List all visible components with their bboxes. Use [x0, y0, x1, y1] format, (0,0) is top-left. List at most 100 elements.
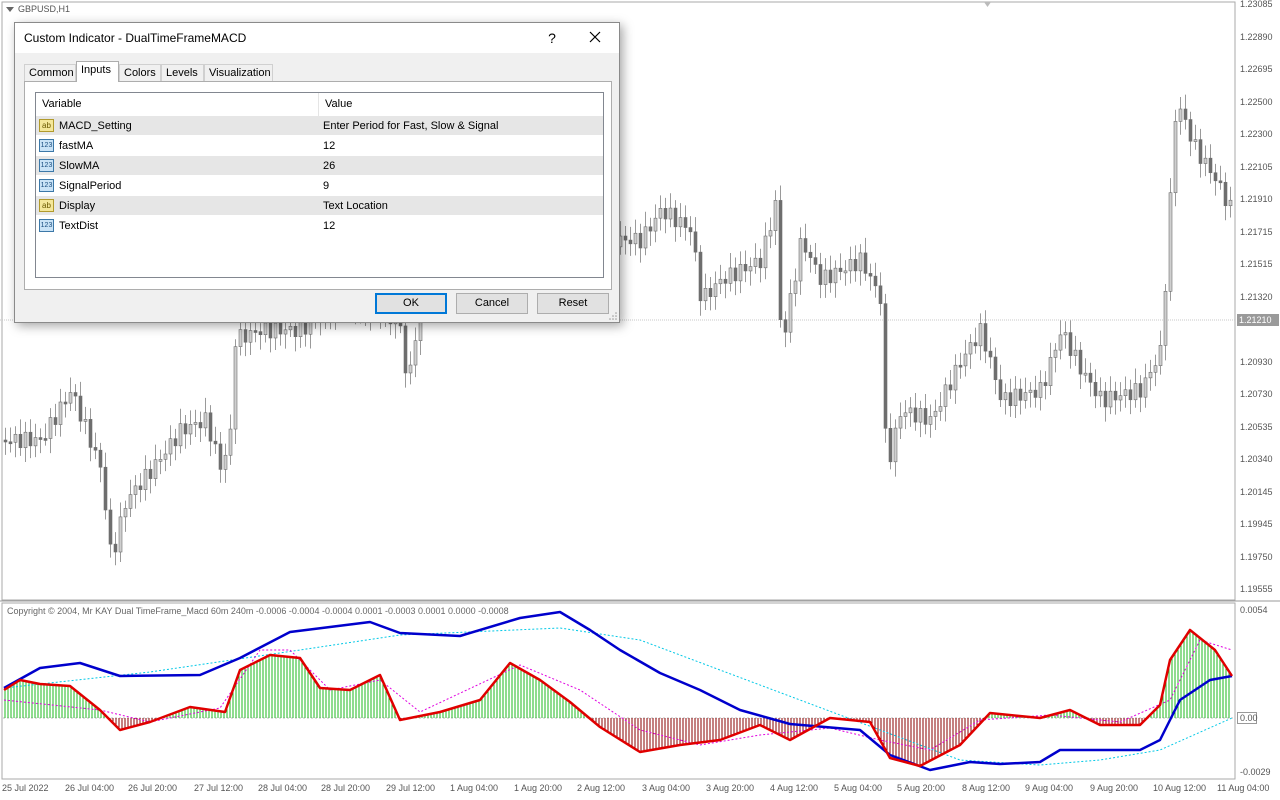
- candle: [728, 267, 733, 284]
- param-row-textdist[interactable]: 123 TextDist 12: [36, 216, 603, 236]
- candle: [993, 356, 998, 381]
- indicator-tick-top: 0.0054: [1240, 605, 1268, 615]
- candle: [808, 251, 813, 258]
- candle: [303, 321, 308, 335]
- column-header-value[interactable]: Value: [319, 93, 352, 116]
- price-tick: 1.20730: [1240, 389, 1273, 399]
- param-row-fastma[interactable]: 123 fastMA 12: [36, 136, 603, 156]
- time-tick: 2 Aug 12:00: [577, 783, 626, 793]
- candle: [148, 468, 153, 479]
- candle: [1038, 382, 1043, 398]
- param-value[interactable]: 12: [323, 136, 335, 156]
- price-tick: 1.21515: [1240, 259, 1273, 269]
- cancel-button[interactable]: Cancel: [456, 293, 528, 314]
- time-tick: 27 Jul 12:00: [194, 783, 244, 793]
- candle: [1148, 371, 1153, 379]
- price-tick: 1.20930: [1240, 356, 1273, 367]
- chart-menu-icon[interactable]: [6, 7, 14, 12]
- candle: [88, 419, 93, 448]
- help-button[interactable]: ?: [540, 27, 564, 49]
- param-row-macd_setting[interactable]: ab MACD_Setting Enter Period for Fast, Slo…: [36, 116, 603, 136]
- candle: [708, 287, 713, 297]
- candle: [1193, 139, 1198, 142]
- inputs-grid[interactable]: Variable Value ab MACD_Setting Enter Perio…: [35, 92, 604, 278]
- tab-levels[interactable]: Levels: [161, 64, 204, 81]
- candle: [8, 441, 13, 445]
- candle: [53, 417, 58, 425]
- time-tick: 11 Aug 04:00: [1217, 783, 1270, 793]
- price-tick: 1.21910: [1240, 194, 1273, 204]
- candle: [118, 516, 123, 553]
- candle: [138, 485, 143, 490]
- candle: [848, 259, 853, 272]
- param-value[interactable]: Text Location: [323, 196, 388, 216]
- grid-header: Variable Value: [36, 93, 603, 117]
- candle: [828, 269, 833, 284]
- candle: [688, 227, 693, 233]
- time-tick: 4 Aug 12:00: [770, 783, 819, 793]
- param-value[interactable]: 9: [323, 176, 329, 196]
- candle: [223, 454, 228, 470]
- candle: [1108, 390, 1113, 408]
- tab-inputs[interactable]: Inputs: [76, 61, 119, 82]
- time-tick: 29 Jul 12:00: [386, 783, 436, 793]
- candle: [623, 235, 628, 241]
- candle: [973, 342, 978, 347]
- chart-symbol: GBPUSD,H1: [18, 4, 71, 14]
- column-header-variable[interactable]: Variable: [36, 93, 82, 116]
- candle: [1068, 332, 1073, 356]
- candle: [898, 416, 903, 429]
- price-tick: 1.20535: [1240, 421, 1273, 432]
- dialog-titlebar[interactable]: Custom Indicator - DualTimeFrameMACD ?: [15, 23, 619, 53]
- time-tick: 1 Aug 04:00: [450, 783, 499, 793]
- param-name: Display: [59, 200, 96, 212]
- candle: [983, 323, 988, 352]
- dialog-title: Custom Indicator - DualTimeFrameMACD: [24, 31, 247, 45]
- tab-visualization[interactable]: Visualization: [204, 64, 273, 81]
- candle: [753, 257, 758, 267]
- candle: [78, 395, 83, 422]
- candle: [273, 322, 278, 339]
- param-name: SlowMA: [59, 160, 100, 172]
- candle: [873, 275, 878, 287]
- candle: [83, 419, 88, 422]
- price-tick: 1.22890: [1240, 31, 1273, 42]
- candle: [1003, 392, 1008, 401]
- indicator-frame: [1, 602, 1236, 780]
- candle: [1073, 349, 1078, 356]
- candle: [1118, 395, 1123, 401]
- integer-type-icon: 123: [39, 139, 54, 152]
- candle: [1063, 332, 1068, 336]
- candle: [283, 329, 288, 335]
- reset-button[interactable]: Reset: [537, 293, 609, 314]
- indicator-caption: Copyright © 2004, Mr KAY Dual TimeFrame_…: [7, 606, 509, 616]
- string-type-icon: ab: [39, 119, 54, 132]
- candle: [183, 423, 188, 435]
- integer-type-icon: 123: [39, 179, 54, 192]
- candle: [793, 280, 798, 294]
- time-tick: 9 Aug 20:00: [1090, 783, 1139, 793]
- param-value[interactable]: Enter Period for Fast, Slow & Signal: [323, 116, 498, 136]
- param-row-slowma[interactable]: 123 SlowMA 26: [36, 156, 603, 176]
- candle: [1153, 365, 1158, 373]
- param-value[interactable]: 12: [323, 216, 335, 236]
- candle: [638, 232, 643, 249]
- candle: [813, 257, 818, 265]
- candle: [1208, 157, 1213, 174]
- tab-colors[interactable]: Colors: [119, 64, 161, 81]
- candle: [93, 447, 98, 451]
- candle: [33, 437, 38, 447]
- candle: [998, 379, 1003, 401]
- candle: [1043, 382, 1048, 386]
- tab-common[interactable]: Common: [24, 64, 76, 81]
- resize-grip-icon[interactable]: [609, 312, 617, 320]
- param-value[interactable]: 26: [323, 156, 335, 176]
- candle: [178, 423, 183, 447]
- candle: [738, 264, 743, 282]
- param-row-signalperiod[interactable]: 123 SignalPeriod 9: [36, 176, 603, 196]
- ok-button[interactable]: OK: [375, 293, 447, 314]
- param-row-display[interactable]: ab Display Text Location: [36, 196, 603, 216]
- candle: [648, 226, 653, 232]
- candle: [288, 325, 293, 331]
- close-button[interactable]: [581, 27, 609, 49]
